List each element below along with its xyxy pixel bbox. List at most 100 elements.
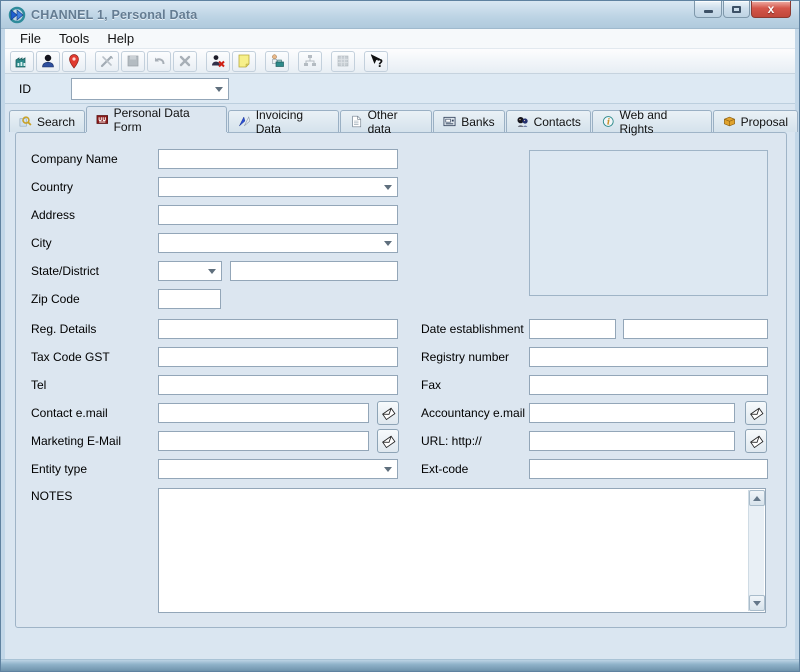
notes-button[interactable]	[232, 51, 256, 72]
date-establishment-input-2[interactable]	[623, 319, 768, 339]
location-pin-button[interactable]	[62, 51, 86, 72]
contacts-icon	[516, 115, 529, 128]
tab-contacts[interactable]: Contacts	[506, 110, 591, 132]
notes-textarea[interactable]	[158, 488, 766, 613]
grid-icon	[335, 53, 351, 69]
accountancy-email-send-button[interactable]	[745, 401, 767, 425]
menu-bar: File Tools Help	[5, 29, 795, 49]
tax-code-gst-input[interactable]	[158, 347, 398, 367]
id-row: ID	[5, 74, 795, 104]
tab-label: Proposal	[741, 115, 788, 129]
country-label: Country	[31, 180, 73, 194]
tab-search[interactable]: Search	[9, 110, 85, 132]
chevron-down-icon[interactable]	[384, 185, 392, 190]
menu-file[interactable]: File	[11, 29, 50, 48]
window-bottom-frame	[1, 659, 799, 671]
chevron-down-icon[interactable]	[208, 269, 216, 274]
cancel-button	[173, 51, 197, 72]
marketing-email-send-button[interactable]	[377, 429, 399, 453]
statistics-icon	[14, 53, 30, 69]
delete-contact-button[interactable]	[206, 51, 230, 72]
zip-code-input[interactable]	[158, 289, 221, 309]
ext-code-input[interactable]	[529, 459, 768, 479]
menu-help[interactable]: Help	[98, 29, 143, 48]
date-establishment-label: Date establishment	[421, 322, 524, 336]
toolbar: ?	[5, 49, 795, 74]
id-combobox[interactable]	[71, 78, 229, 100]
chevron-down-icon[interactable]	[384, 241, 392, 246]
district-input[interactable]	[230, 261, 398, 281]
tel-label: Tel	[31, 378, 46, 392]
save-icon	[125, 53, 141, 69]
country-combobox[interactable]	[158, 177, 398, 197]
envelope-icon	[749, 434, 764, 449]
contact-email-input[interactable]	[158, 403, 369, 423]
context-help-button[interactable]: ?	[364, 51, 388, 72]
id-label: ID	[19, 82, 31, 96]
maximize-button[interactable]	[723, 1, 750, 18]
city-label: City	[31, 236, 52, 250]
marketing-email-input[interactable]	[158, 431, 369, 451]
reg-details-input[interactable]	[158, 319, 398, 339]
entity-type-combobox[interactable]	[158, 459, 398, 479]
title-bar[interactable]: CHANNEL 1, Personal Data x	[1, 1, 799, 29]
tab-web-and-rights[interactable]: i Web and Rights	[592, 110, 712, 132]
close-button[interactable]: x	[751, 1, 791, 18]
tab-label: Search	[37, 115, 75, 129]
url-open-button[interactable]	[745, 429, 767, 453]
save-button	[121, 51, 145, 72]
address-input[interactable]	[158, 205, 398, 225]
fax-input[interactable]	[529, 375, 768, 395]
window-controls: x	[694, 1, 791, 18]
undo-icon	[151, 53, 167, 69]
registry-number-label: Registry number	[421, 350, 509, 364]
tools-button	[95, 51, 119, 72]
chevron-down-icon[interactable]	[215, 87, 223, 92]
new-contact-button[interactable]	[36, 51, 60, 72]
contact-desk-icon	[269, 53, 285, 69]
org-chart-icon	[302, 53, 318, 69]
marketing-email-label: Marketing E-Mail	[31, 434, 121, 448]
tab-label: Banks	[461, 115, 494, 129]
svg-text:i: i	[607, 118, 610, 128]
tab-proposal[interactable]: Proposal	[713, 110, 798, 132]
undo-button	[147, 51, 171, 72]
url-input[interactable]	[529, 431, 735, 451]
scroll-up-button[interactable]	[749, 490, 765, 506]
window-title: CHANNEL 1, Personal Data	[31, 8, 197, 22]
envelope-icon	[381, 406, 396, 421]
menu-tools[interactable]: Tools	[50, 29, 98, 48]
tab-invoicing-data[interactable]: Invoicing Data	[228, 110, 339, 132]
company-name-label: Company Name	[31, 152, 118, 166]
date-establishment-input-1[interactable]	[529, 319, 616, 339]
contact-desk-button[interactable]	[265, 51, 289, 72]
contact-email-send-button[interactable]	[377, 401, 399, 425]
chevron-down-icon[interactable]	[384, 467, 392, 472]
statistics-button[interactable]	[10, 51, 34, 72]
notes-label: NOTES	[31, 489, 72, 503]
address-label: Address	[31, 208, 75, 222]
tools-icon	[99, 53, 115, 69]
notes-icon	[236, 53, 252, 69]
other-data-icon	[350, 115, 363, 128]
state-district-label: State/District	[31, 264, 99, 278]
state-combobox[interactable]	[158, 261, 222, 281]
notes-scrollbar[interactable]	[748, 490, 764, 611]
minimize-button[interactable]	[694, 1, 722, 18]
tab-personal-data-form[interactable]: Personal Data Form	[86, 106, 227, 132]
app-window: CHANNEL 1, Personal Data x File Tools He…	[0, 0, 800, 672]
logo-image-placeholder	[529, 150, 768, 296]
tab-banks[interactable]: Banks	[433, 110, 504, 132]
cancel-icon	[177, 53, 193, 69]
tab-other-data[interactable]: Other data	[340, 110, 432, 132]
location-pin-icon	[66, 53, 82, 69]
zip-code-label: Zip Code	[31, 292, 80, 306]
registry-number-input[interactable]	[529, 347, 768, 367]
new-contact-icon	[40, 53, 56, 69]
company-name-input[interactable]	[158, 149, 398, 169]
tel-input[interactable]	[158, 375, 398, 395]
city-combobox[interactable]	[158, 233, 398, 253]
scroll-down-button[interactable]	[749, 595, 765, 611]
delete-contact-icon	[210, 53, 226, 69]
accountancy-email-input[interactable]	[529, 403, 735, 423]
